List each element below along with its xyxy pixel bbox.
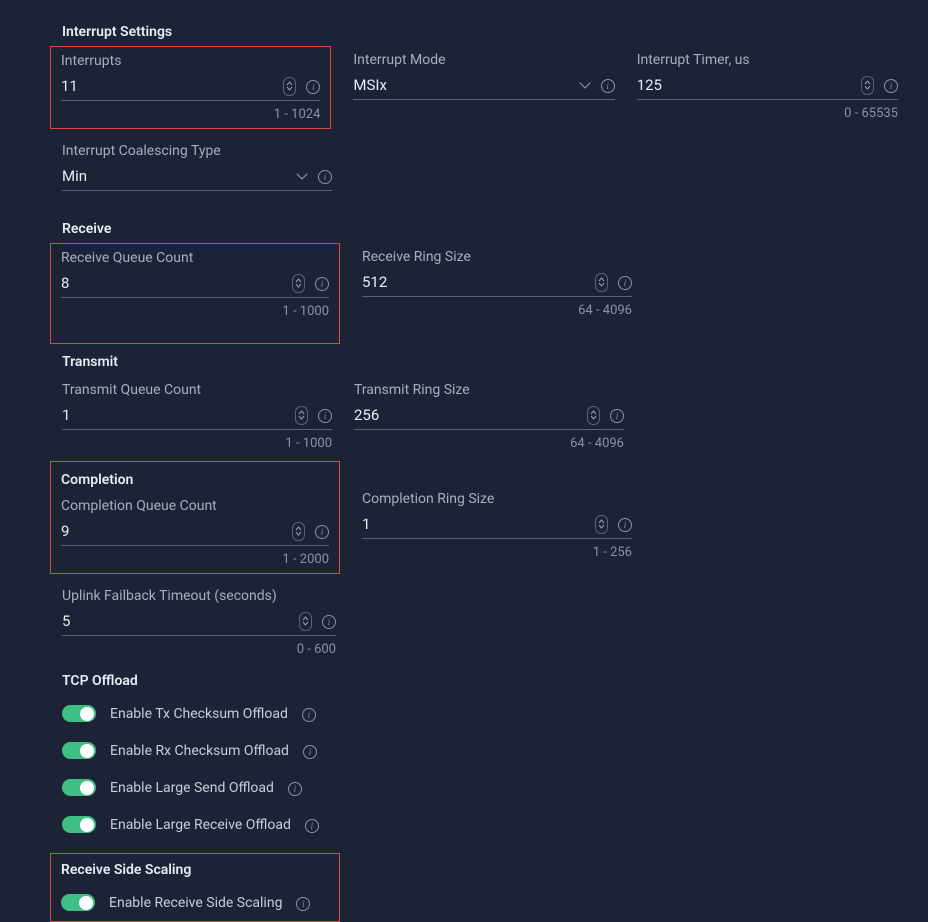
large-receive-row: Enable Large Receive Offload bbox=[62, 816, 898, 833]
completion-ring-input[interactable] bbox=[362, 513, 595, 535]
info-icon[interactable] bbox=[318, 409, 332, 423]
receive-queue-field: Receive Queue Count 1 - 1000 bbox=[61, 250, 329, 319]
transmit-queue-range: 1 - 1000 bbox=[62, 436, 332, 451]
interrupts-field: Interrupts 1 - 1024 bbox=[61, 53, 320, 122]
completion-queue-range: 1 - 2000 bbox=[61, 552, 329, 567]
completion-ring-stepper[interactable] bbox=[595, 515, 608, 534]
receive-ring-label: Receive Ring Size bbox=[362, 249, 632, 265]
info-icon[interactable] bbox=[296, 897, 310, 911]
rss-label: Enable Receive Side Scaling bbox=[109, 895, 282, 911]
transmit-ring-field: Transmit Ring Size 64 - 4096 bbox=[354, 382, 624, 451]
completion-queue-label: Completion Queue Count bbox=[61, 498, 329, 514]
interrupt-timer-stepper[interactable] bbox=[861, 76, 874, 95]
interrupt-settings-title: Interrupt Settings bbox=[62, 24, 898, 40]
large-receive-label: Enable Large Receive Offload bbox=[110, 817, 291, 833]
info-icon[interactable] bbox=[618, 276, 632, 290]
receive-title: Receive bbox=[62, 221, 898, 237]
rss-title: Receive Side Scaling bbox=[61, 862, 329, 878]
rss-highlight: Receive Side Scaling Enable Receive Side… bbox=[50, 853, 340, 922]
receive-ring-field: Receive Ring Size 64 - 4096 bbox=[362, 249, 632, 318]
interrupt-timer-field: Interrupt Timer, us 0 - 65535 bbox=[637, 52, 898, 121]
info-icon[interactable] bbox=[318, 170, 332, 184]
interrupt-mode-select[interactable] bbox=[353, 74, 578, 96]
transmit-queue-input[interactable] bbox=[62, 404, 295, 426]
transmit-title: Transmit bbox=[62, 354, 898, 370]
completion-ring-range: 1 - 256 bbox=[362, 545, 632, 560]
tcp-offload-title: TCP Offload bbox=[62, 673, 898, 689]
receive-queue-input[interactable] bbox=[61, 272, 292, 294]
interrupt-mode-field: Interrupt Mode bbox=[353, 52, 614, 100]
rx-checksum-toggle[interactable] bbox=[62, 742, 96, 759]
uplink-range: 0 - 600 bbox=[62, 642, 336, 657]
interrupt-timer-range: 0 - 65535 bbox=[637, 106, 898, 121]
rx-checksum-label: Enable Rx Checksum Offload bbox=[110, 743, 289, 759]
coalescing-field: Interrupt Coalescing Type bbox=[62, 143, 332, 191]
interrupt-mode-label: Interrupt Mode bbox=[353, 52, 614, 68]
receive-queue-stepper[interactable] bbox=[292, 274, 305, 293]
transmit-ring-stepper[interactable] bbox=[587, 406, 600, 425]
large-receive-toggle[interactable] bbox=[62, 816, 96, 833]
info-icon[interactable] bbox=[306, 80, 320, 94]
chevron-down-icon[interactable] bbox=[579, 79, 591, 91]
transmit-ring-label: Transmit Ring Size bbox=[354, 382, 624, 398]
chevron-down-icon[interactable] bbox=[296, 170, 308, 182]
receive-queue-range: 1 - 1000 bbox=[61, 304, 329, 319]
interrupts-input[interactable] bbox=[61, 75, 283, 97]
uplink-field: Uplink Failback Timeout (seconds) 0 - 60… bbox=[62, 588, 336, 657]
completion-ring-label: Completion Ring Size bbox=[362, 491, 632, 507]
interrupts-label: Interrupts bbox=[61, 53, 320, 69]
info-icon[interactable] bbox=[315, 525, 329, 539]
interrupt-timer-label: Interrupt Timer, us bbox=[637, 52, 898, 68]
tx-checksum-toggle[interactable] bbox=[62, 705, 96, 722]
transmit-queue-label: Transmit Queue Count bbox=[62, 382, 332, 398]
transmit-ring-input[interactable] bbox=[354, 404, 587, 426]
rx-checksum-row: Enable Rx Checksum Offload bbox=[62, 742, 898, 759]
info-icon[interactable] bbox=[303, 745, 317, 759]
transmit-queue-stepper[interactable] bbox=[295, 406, 308, 425]
large-send-toggle[interactable] bbox=[62, 779, 96, 796]
info-icon[interactable] bbox=[618, 518, 632, 532]
receive-ring-range: 64 - 4096 bbox=[362, 303, 632, 318]
info-icon[interactable] bbox=[315, 277, 329, 291]
info-icon[interactable] bbox=[302, 708, 316, 722]
info-icon[interactable] bbox=[601, 79, 615, 93]
completion-highlight: Completion Completion Queue Count 1 - 20… bbox=[50, 461, 340, 574]
uplink-stepper[interactable] bbox=[299, 612, 312, 631]
interrupts-stepper[interactable] bbox=[283, 77, 296, 96]
interrupts-highlight: Interrupts 1 - 1024 bbox=[50, 46, 331, 129]
info-icon[interactable] bbox=[305, 819, 319, 833]
large-send-row: Enable Large Send Offload bbox=[62, 779, 898, 796]
uplink-label: Uplink Failback Timeout (seconds) bbox=[62, 588, 336, 604]
receive-ring-input[interactable] bbox=[362, 271, 595, 293]
rss-toggle[interactable] bbox=[61, 894, 95, 911]
rss-row: Enable Receive Side Scaling bbox=[61, 894, 329, 911]
completion-title: Completion bbox=[61, 472, 329, 488]
tx-checksum-label: Enable Tx Checksum Offload bbox=[110, 706, 288, 722]
receive-queue-highlight: Receive Queue Count 1 - 1000 bbox=[50, 243, 340, 344]
coalescing-select[interactable] bbox=[62, 165, 296, 187]
uplink-input[interactable] bbox=[62, 610, 299, 632]
coalescing-label: Interrupt Coalescing Type bbox=[62, 143, 332, 159]
info-icon[interactable] bbox=[322, 615, 336, 629]
completion-queue-field: Completion Queue Count 1 - 2000 bbox=[61, 498, 329, 567]
transmit-queue-field: Transmit Queue Count 1 - 1000 bbox=[62, 382, 332, 451]
info-icon[interactable] bbox=[288, 782, 302, 796]
large-send-label: Enable Large Send Offload bbox=[110, 780, 274, 796]
interrupt-timer-input[interactable] bbox=[637, 74, 861, 96]
info-icon[interactable] bbox=[884, 79, 898, 93]
receive-queue-label: Receive Queue Count bbox=[61, 250, 329, 266]
tx-checksum-row: Enable Tx Checksum Offload bbox=[62, 705, 898, 722]
transmit-ring-range: 64 - 4096 bbox=[354, 436, 624, 451]
info-icon[interactable] bbox=[610, 409, 624, 423]
completion-queue-stepper[interactable] bbox=[292, 522, 305, 541]
receive-ring-stepper[interactable] bbox=[595, 273, 608, 292]
interrupts-range: 1 - 1024 bbox=[61, 107, 320, 122]
completion-ring-field: Completion Ring Size 1 - 256 bbox=[362, 491, 632, 560]
completion-queue-input[interactable] bbox=[61, 520, 292, 542]
